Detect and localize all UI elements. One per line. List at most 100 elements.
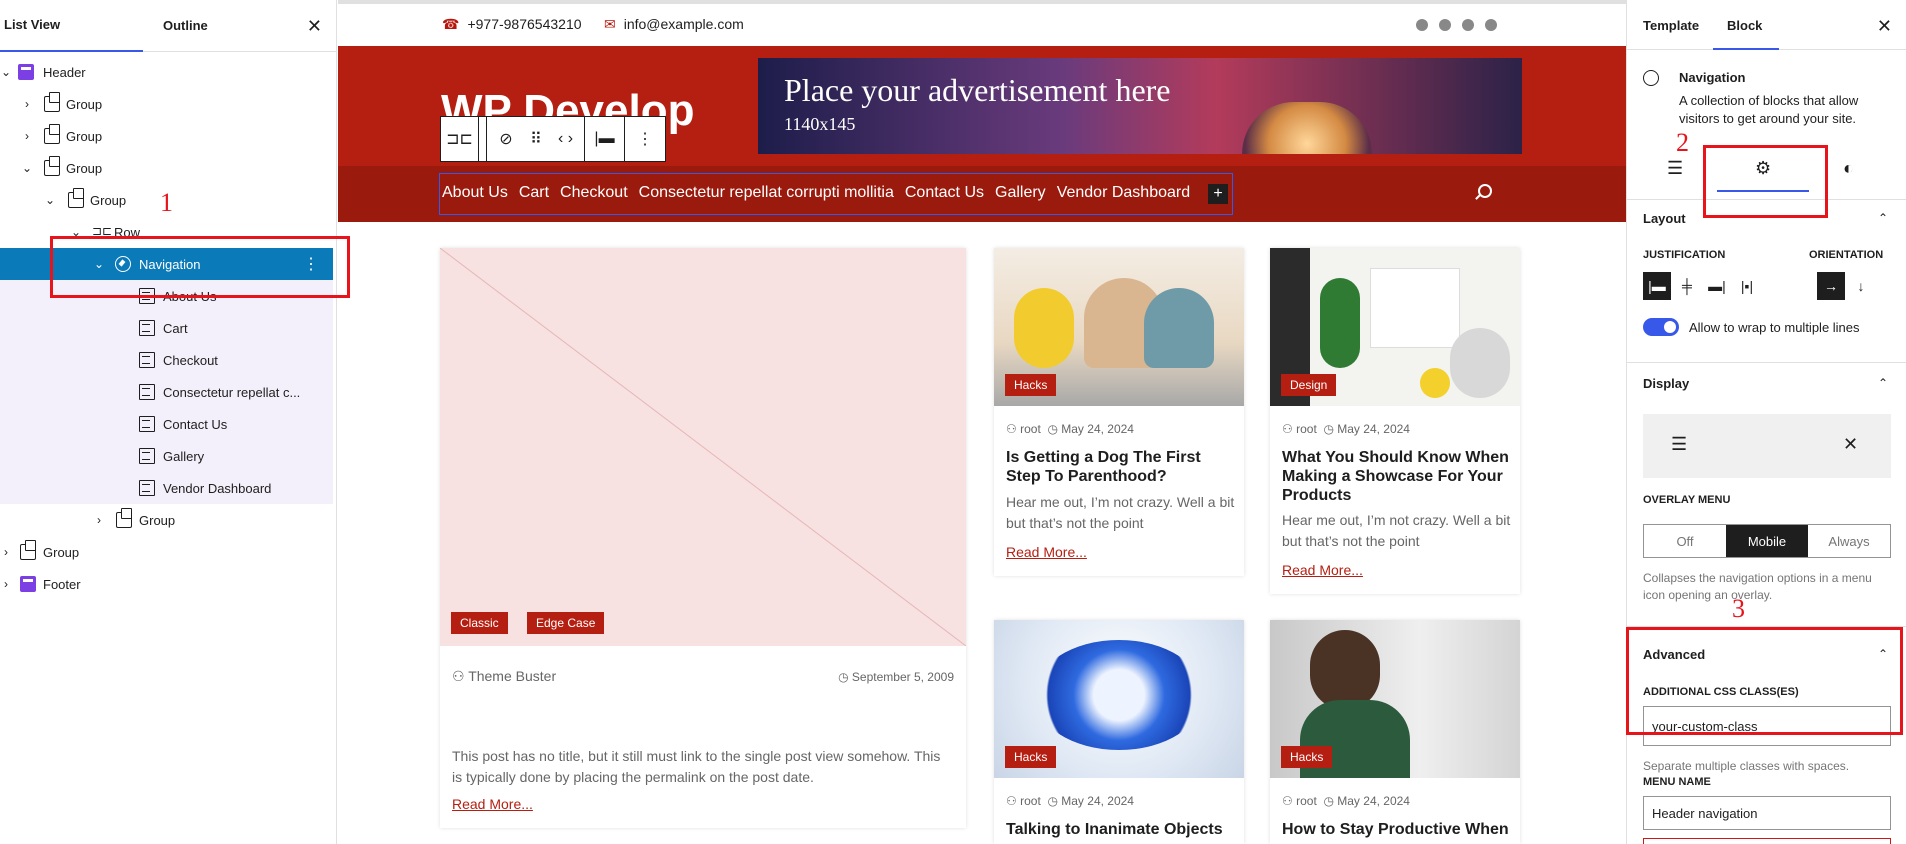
nav-link[interactable]: Checkout xyxy=(560,184,628,202)
category-badge[interactable]: Hacks xyxy=(1005,746,1057,768)
annotation-number-1: 1 xyxy=(160,188,173,217)
category-badge[interactable]: Hacks xyxy=(1005,374,1057,396)
post-title[interactable]: Is Getting a Dog The First Step To Paren… xyxy=(1006,448,1236,486)
close-list-view-button[interactable]: ✕ xyxy=(307,16,322,37)
justify-center-button[interactable]: ╪ xyxy=(1673,272,1701,300)
pinterest-icon[interactable] xyxy=(1462,19,1474,31)
post-author: ⚇ Theme Buster xyxy=(452,668,556,685)
chevron-up-icon[interactable]: ⌃ xyxy=(1878,376,1888,390)
tree-item-group[interactable]: › Group xyxy=(0,120,333,152)
tree-item-group[interactable]: › Group xyxy=(0,504,333,536)
tab-block[interactable]: Block xyxy=(1727,18,1762,33)
date-text: May 24, 2024 xyxy=(1061,794,1134,808)
read-more-link[interactable]: Read More... xyxy=(1006,544,1087,560)
facebook-icon[interactable] xyxy=(1416,19,1428,31)
list-view-icon[interactable]: ☰ xyxy=(1667,158,1683,179)
nav-link[interactable]: About Us xyxy=(442,184,508,202)
move-arrows-button[interactable]: ‹ › xyxy=(547,117,585,161)
overlay-mobile-option[interactable]: Mobile xyxy=(1726,525,1808,557)
tree-item-label: Group xyxy=(66,160,103,176)
author-name: root xyxy=(1296,422,1317,436)
drag-handle-icon[interactable]: ⠿ xyxy=(525,117,547,161)
overlay-preview[interactable]: ☰ ✕ xyxy=(1643,414,1891,478)
divider xyxy=(1627,362,1906,363)
category-badge[interactable]: Design xyxy=(1281,374,1337,396)
top-info-bar: ☎ +977-9876543210 ✉ info@example.com xyxy=(338,0,1626,46)
phone-number: +977-9876543210 xyxy=(467,16,582,32)
email-text: ✉ info@example.com xyxy=(604,16,744,33)
category-badge[interactable]: Hacks xyxy=(1281,746,1333,768)
layout-panel-heading[interactable]: Layout xyxy=(1643,211,1686,226)
navigation-block-button[interactable]: ⊘ xyxy=(487,117,525,161)
delete-menu-button[interactable] xyxy=(1643,838,1891,844)
read-more-link[interactable]: Read More... xyxy=(452,796,533,812)
tree-item-label: Group xyxy=(43,544,80,560)
category-badge[interactable]: Classic xyxy=(451,612,508,634)
tree-item-page-link[interactable]: Contact Us xyxy=(0,408,333,440)
orientation-vertical-button[interactable]: ↓ xyxy=(1847,272,1875,300)
close-sidebar-button[interactable]: ✕ xyxy=(1877,16,1892,37)
linkedin-icon[interactable] xyxy=(1439,19,1451,31)
add-block-button[interactable]: + xyxy=(1208,184,1228,204)
block-description: A collection of blocks that allow visito… xyxy=(1679,93,1859,126)
clock-icon: ◷ xyxy=(1047,422,1062,436)
tree-item-header[interactable]: ⌄ Header xyxy=(0,56,333,88)
advertisement-banner[interactable]: Place your advertisement here 1140x145 xyxy=(758,58,1522,154)
chevron-up-icon[interactable]: ⌃ xyxy=(1878,211,1888,225)
read-more-link[interactable]: Read More... xyxy=(1282,562,1363,578)
tree-item-group[interactable]: ⌄ Group xyxy=(0,152,333,184)
justify-left-button[interactable]: |▬ xyxy=(1643,272,1671,300)
wrap-toggle[interactable] xyxy=(1643,318,1679,336)
annotation-number-3: 3 xyxy=(1732,594,1745,623)
post-card: Hacks ⚇ root ◷ May 24, 2024 How to Stay … xyxy=(1270,620,1520,844)
chevron-right-icon[interactable]: › xyxy=(0,545,12,559)
justify-right-button[interactable]: ▬| xyxy=(1703,272,1731,300)
tree-item-label: Group xyxy=(90,192,127,208)
menu-name-input[interactable]: Header navigation xyxy=(1643,796,1891,830)
nav-link[interactable]: Contact Us xyxy=(905,184,984,202)
post-title[interactable]: What You Should Know When Making a Showc… xyxy=(1282,448,1512,505)
search-icon[interactable] xyxy=(1478,184,1492,198)
page-icon xyxy=(139,320,155,336)
post-title[interactable]: Talking to Inanimate Objects xyxy=(1006,820,1236,839)
styles-icon[interactable]: ◐ xyxy=(1843,158,1854,179)
tree-item-group[interactable]: › Group xyxy=(0,88,333,120)
block-title: Navigation xyxy=(1679,70,1746,85)
nav-link[interactable]: Gallery xyxy=(995,184,1046,202)
editor-canvas[interactable]: ☎ +977-9876543210 ✉ info@example.com WP De… xyxy=(338,0,1626,844)
more-options-icon[interactable]: ⋮ xyxy=(625,117,665,161)
tree-item-page-link[interactable]: Gallery xyxy=(0,440,333,472)
justify-left-button[interactable]: |▬ xyxy=(585,117,625,161)
chevron-down-icon[interactable]: ⌄ xyxy=(21,161,33,175)
row-parent-button[interactable]: ⊐⊏ xyxy=(441,117,479,161)
overlay-always-option[interactable]: Always xyxy=(1808,525,1890,557)
orientation-horizontal-button[interactable]: → xyxy=(1817,272,1845,300)
nav-link[interactable]: Cart xyxy=(519,184,549,202)
post-title[interactable]: How to Stay Productive When xyxy=(1282,820,1512,839)
display-panel-heading[interactable]: Display xyxy=(1643,376,1689,391)
tree-item-footer[interactable]: › Footer xyxy=(0,568,333,600)
tree-item-page-link[interactable]: Checkout xyxy=(0,344,333,376)
tab-template[interactable]: Template xyxy=(1643,18,1699,33)
chevron-right-icon[interactable]: › xyxy=(21,97,33,111)
chevron-right-icon[interactable]: › xyxy=(93,513,105,527)
chevron-right-icon[interactable]: › xyxy=(0,577,12,591)
tab-list-view[interactable]: List View xyxy=(0,0,143,52)
category-badge[interactable]: Edge Case xyxy=(527,612,605,634)
tree-item-page-link[interactable]: Vendor Dashboard xyxy=(0,472,333,504)
nav-link[interactable]: Consectetur repellat corrupti mollitia xyxy=(639,184,894,202)
nav-link[interactable]: Vendor Dashboard xyxy=(1057,184,1190,202)
overlay-off-option[interactable]: Off xyxy=(1644,525,1726,557)
tab-outline[interactable]: Outline xyxy=(159,0,212,52)
chevron-down-icon[interactable]: ⌄ xyxy=(44,193,56,207)
tree-item-page-link[interactable]: Consectetur repellat c... xyxy=(0,376,333,408)
tree-item-group[interactable]: › Group xyxy=(0,536,333,568)
navigation-bar: About Us Cart Checkout Consectetur repel… xyxy=(338,166,1626,222)
image-detail xyxy=(1144,288,1214,368)
chevron-right-icon[interactable]: › xyxy=(21,129,33,143)
group-icon xyxy=(116,508,132,528)
tree-item-page-link[interactable]: Cart xyxy=(0,312,333,344)
instagram-icon[interactable] xyxy=(1485,19,1497,31)
chevron-down-icon[interactable]: ⌄ xyxy=(0,65,12,79)
justify-space-between-button[interactable]: |▪| xyxy=(1733,272,1761,300)
